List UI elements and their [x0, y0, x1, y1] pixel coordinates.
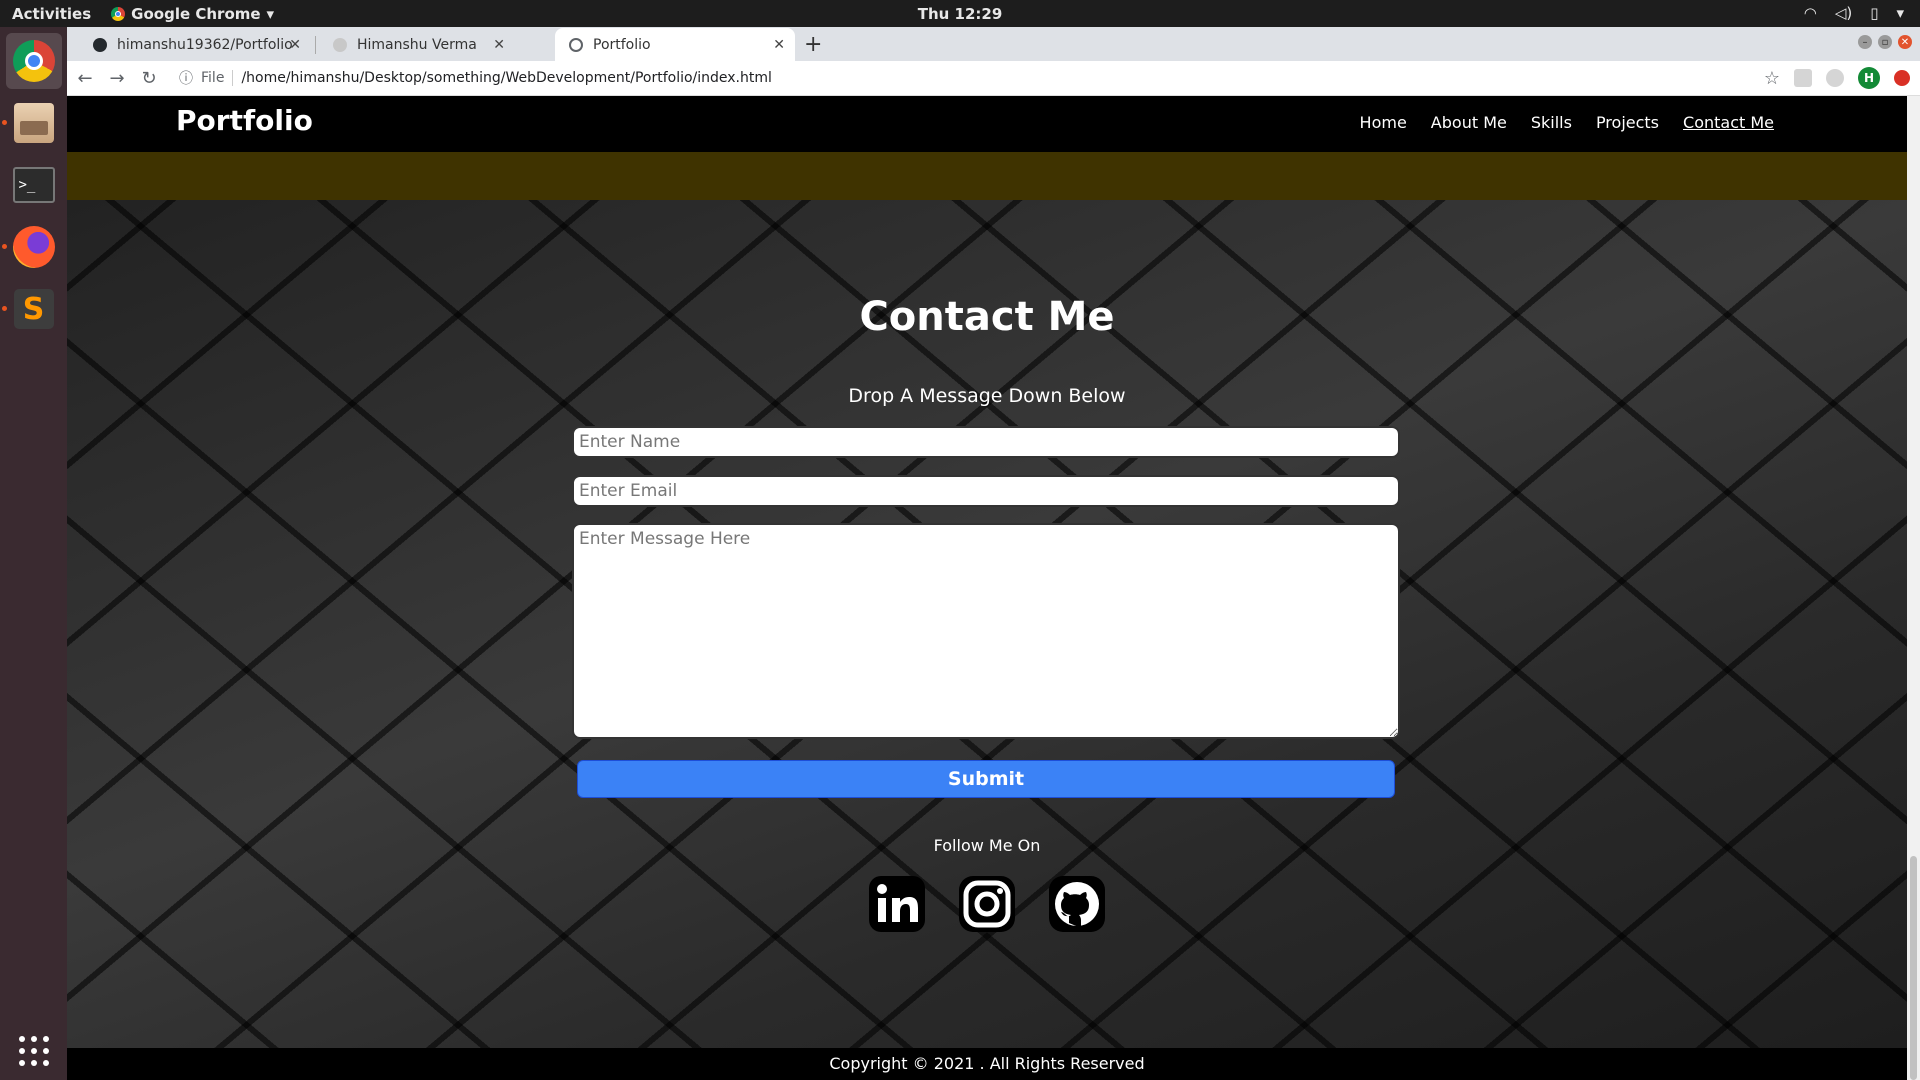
close-tab-icon[interactable]: ✕ [289, 37, 301, 53]
info-icon[interactable]: ⓘ [179, 68, 193, 88]
dock-firefox[interactable] [1, 219, 62, 275]
running-indicator [1, 306, 7, 311]
linkedin-icon[interactable] [866, 873, 928, 935]
tab-strip: himanshu19362/Portfolio ✕ Himanshu Verma… [67, 27, 1920, 61]
dock-sublime[interactable]: S [1, 281, 62, 337]
tab-label: Portfolio [593, 36, 651, 53]
page-favicon-icon [333, 37, 347, 52]
section-divider-band [67, 152, 1907, 200]
caret-down-icon: ▾ [266, 4, 275, 23]
show-applications-button[interactable] [19, 1036, 49, 1066]
battery-icon: ▯ [1870, 4, 1879, 22]
site-footer: Copyright © 2021 . All Rights Reserved [67, 1048, 1907, 1080]
page-viewport: Portfolio Home About Me Skills Projects … [67, 96, 1907, 1080]
update-menu-icon[interactable] [1894, 70, 1910, 86]
nav-projects[interactable]: Projects [1596, 113, 1659, 132]
nav-contact-me[interactable]: Contact Me [1683, 113, 1774, 132]
files-icon [13, 103, 54, 143]
volume-icon: ◁) [1834, 4, 1853, 22]
close-window-icon[interactable]: ✕ [1898, 35, 1912, 49]
url-scheme: File [201, 70, 234, 86]
site-brand[interactable]: Portfolio [176, 104, 313, 137]
dock-terminal[interactable]: >_ [6, 157, 62, 213]
forward-arrow-icon[interactable]: → [103, 68, 131, 89]
github-favicon-icon [93, 37, 107, 52]
activities-button[interactable]: Activities [12, 5, 91, 23]
github-icon[interactable] [1046, 873, 1108, 935]
social-links [67, 873, 1907, 935]
globe-icon [569, 37, 583, 52]
minimize-icon[interactable]: – [1858, 35, 1872, 49]
tab-github[interactable]: himanshu19362/Portfolio ✕ [79, 28, 311, 61]
contact-subtitle: Drop A Message Down Below [848, 385, 1126, 407]
app-menu[interactable]: Google Chrome ▾ [111, 5, 274, 23]
extension-icon[interactable] [1794, 69, 1812, 87]
bookmark-star-icon[interactable]: ☆ [1764, 68, 1780, 89]
new-tab-button[interactable]: + [804, 32, 822, 57]
name-input[interactable] [572, 426, 1400, 458]
tab-label: Himanshu Verma [357, 36, 477, 53]
clock[interactable]: Thu 12:29 [0, 5, 1920, 23]
close-tab-icon[interactable]: ✕ [493, 37, 505, 53]
firefox-icon [12, 226, 55, 268]
email-input[interactable] [572, 475, 1400, 507]
tab-label: himanshu19362/Portfolio [117, 36, 293, 53]
dock-chrome[interactable] [5, 33, 62, 89]
chrome-icon [12, 40, 55, 82]
nav-about-me[interactable]: About Me [1431, 113, 1507, 132]
maximize-icon[interactable]: ▫ [1878, 35, 1892, 49]
browser-toolbar: ← → ↻ ⓘ File /home/himanshu/Desktop/some… [67, 61, 1920, 96]
extension-icon[interactable] [1826, 69, 1844, 87]
contact-section: Contact Me Drop A Message Down Below Sub… [67, 200, 1907, 1048]
nav-skills[interactable]: Skills [1531, 113, 1572, 132]
browser-window: himanshu19362/Portfolio ✕ Himanshu Verma… [67, 27, 1920, 1080]
address-bar[interactable]: ⓘ File /home/himanshu/Desktop/something/… [179, 65, 1760, 91]
terminal-icon: >_ [12, 167, 55, 203]
tab-portfolio[interactable]: Portfolio ✕ [555, 28, 795, 61]
instagram-icon[interactable] [956, 873, 1018, 935]
tab-himanshu-verma[interactable]: Himanshu Verma ✕ [319, 28, 515, 61]
dock: >_ S [0, 27, 67, 1080]
dock-files[interactable] [1, 95, 62, 151]
site-nav-links: Home About Me Skills Projects Contact Me [1360, 113, 1774, 132]
follow-label: Follow Me On [933, 836, 1041, 855]
url-text[interactable]: /home/himanshu/Desktop/something/WebDeve… [241, 70, 771, 86]
reload-icon[interactable]: ↻ [135, 68, 163, 89]
system-tray[interactable]: ◠ ◁) ▯ ▾ [1804, 4, 1904, 22]
profile-avatar[interactable]: H [1858, 67, 1880, 89]
chrome-icon [111, 6, 126, 21]
scrollbar-thumb[interactable] [1910, 856, 1917, 1080]
app-menu-label: Google Chrome [131, 4, 261, 23]
window-controls: – ▫ ✕ [1858, 35, 1912, 49]
page-scrollbar[interactable] [1907, 96, 1920, 1080]
site-navbar: Portfolio Home About Me Skills Projects … [67, 96, 1907, 152]
back-arrow-icon[interactable]: ← [71, 68, 99, 89]
sublime-text-icon: S [13, 289, 54, 329]
message-textarea[interactable] [572, 523, 1400, 739]
running-indicator [1, 244, 7, 249]
nav-home[interactable]: Home [1360, 113, 1407, 132]
running-indicator [1, 120, 7, 125]
system-top-bar: Activities Google Chrome ▾ Thu 12:29 ◠ ◁… [0, 0, 1920, 27]
submit-button[interactable]: Submit [577, 760, 1395, 798]
caret-down-icon: ▾ [1896, 4, 1904, 22]
contact-title: Contact Me [859, 294, 1115, 340]
close-tab-icon[interactable]: ✕ [773, 37, 785, 53]
toolbar-actions: ☆ H [1764, 67, 1910, 89]
wifi-icon: ◠ [1803, 4, 1817, 22]
